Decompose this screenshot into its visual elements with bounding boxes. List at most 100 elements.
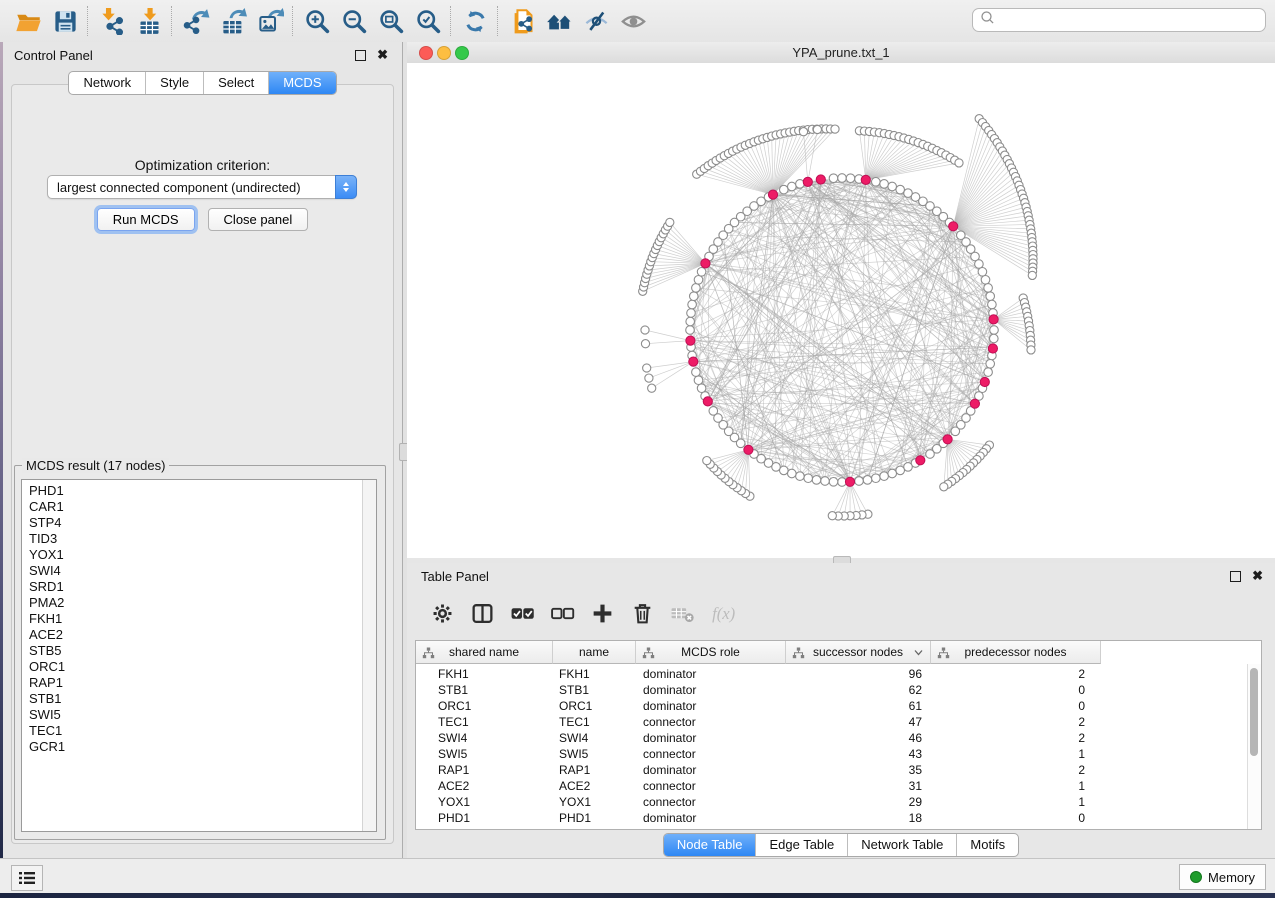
function-builder-icon: f(x) [705,596,739,630]
mcds-node-item[interactable]: STP4 [29,515,376,531]
search-input[interactable] [997,10,1265,30]
mcds-node-item[interactable]: ORC1 [29,659,376,675]
deselect-all-icon[interactable] [545,596,579,630]
table-row[interactable]: ACE2ACE2connector311 [416,778,1261,794]
table-row[interactable]: TEC1TEC1connector472 [416,714,1261,730]
mcds-node-item[interactable]: SWI5 [29,707,376,723]
zoom-in-button[interactable] [299,4,335,38]
tab-network-table[interactable]: Network Table [848,834,957,856]
mcds-node-item[interactable]: TID3 [29,531,376,547]
table-row[interactable]: ORC1ORC1dominator610 [416,698,1261,714]
hide-annotations-button[interactable] [578,4,614,38]
memory-button[interactable]: Memory [1179,864,1266,890]
control-panel-header: Control Panel ✖ [3,42,402,68]
cell-predecessor-nodes: 1 [931,746,1101,762]
table-row[interactable]: YOX1YOX1connector291 [416,794,1261,810]
import-table-button[interactable] [131,4,167,38]
mcds-node-item[interactable]: FKH1 [29,611,376,627]
save-button[interactable] [47,4,83,38]
open-file-button[interactable] [10,4,46,38]
home-button[interactable] [541,4,577,38]
cell-shared-name: TEC1 [416,714,553,730]
cell-shared-name: SWI4 [416,730,553,746]
column-header-successor-nodes[interactable]: successor nodes [786,641,931,664]
search-box[interactable] [972,8,1266,32]
cell-successor-nodes: 46 [786,730,931,746]
cell-shared-name: SWI5 [416,746,553,762]
close-panel-button[interactable]: Close panel [208,208,309,231]
import-network-button[interactable] [94,4,130,38]
tab-edge-table[interactable]: Edge Table [756,834,848,856]
cell-MCDS-role: dominator [636,810,786,826]
mcds-node-item[interactable]: SWI4 [29,563,376,579]
cell-name: STB1 [553,682,636,698]
refresh-layout-button[interactable] [457,4,493,38]
mcds-node-item[interactable]: TEC1 [29,723,376,739]
delete-rows-icon[interactable] [625,596,659,630]
node-table[interactable]: shared namenameMCDS rolesuccessor nodesp… [415,640,1262,830]
mcds-node-item[interactable]: PHD1 [29,483,376,499]
network-canvas[interactable] [407,63,1275,558]
mcds-node-item[interactable]: RAP1 [29,675,376,691]
mcds-node-item[interactable]: PMA2 [29,595,376,611]
tab-mcds[interactable]: MCDS [269,72,335,94]
table-row[interactable]: STB1STB1dominator620 [416,682,1261,698]
show-annotations-button[interactable] [615,4,651,38]
mcds-node-item[interactable]: ACE2 [29,627,376,643]
table-row[interactable]: RAP1RAP1dominator352 [416,762,1261,778]
float-table-panel-icon[interactable] [1230,571,1241,582]
table-row[interactable]: FKH1FKH1dominator962 [416,666,1261,682]
tab-select[interactable]: Select [204,72,269,94]
cell-shared-name: ORC1 [416,698,553,714]
network-window-titlebar[interactable]: YPA_prune.txt_1 [407,42,1275,64]
add-row-icon[interactable] [585,596,619,630]
mcds-node-item[interactable]: STB1 [29,691,376,707]
close-panel-icon[interactable]: ✖ [377,47,388,63]
run-mcds-button[interactable]: Run MCDS [97,208,195,231]
sort-chevron-icon [914,649,923,656]
tab-node-table[interactable]: Node Table [664,834,757,856]
share-document-button[interactable] [504,4,540,38]
export-table-button[interactable] [215,4,251,38]
cell-MCDS-role: dominator [636,666,786,682]
column-header-MCDS-role[interactable]: MCDS role [636,641,786,664]
tab-motifs[interactable]: Motifs [957,834,1018,856]
column-header-shared-name[interactable]: shared name [416,641,553,664]
toolbar-separator [292,6,293,36]
select-all-icon[interactable] [505,596,539,630]
tab-network[interactable]: Network [69,72,146,94]
table-scrollbar-thumb[interactable] [1250,668,1258,756]
cell-name: FKH1 [553,666,636,682]
table-row[interactable]: SWI4SWI4dominator462 [416,730,1261,746]
float-window-icon[interactable] [355,50,366,61]
settings-icon[interactable] [425,596,459,630]
result-list-scrollbar[interactable] [362,480,376,831]
control-panel-title: Control Panel [14,48,93,63]
export-network-button[interactable] [178,4,214,38]
columns-icon[interactable] [465,596,499,630]
mcds-node-item[interactable]: CAR1 [29,499,376,515]
control-panel-tabs: NetworkStyleSelectMCDS [3,71,402,95]
mcds-node-item[interactable]: SRD1 [29,579,376,595]
table-row[interactable]: SWI5SWI5connector431 [416,746,1261,762]
zoom-selected-button[interactable] [410,4,446,38]
table-body: FKH1FKH1dominator962STB1STB1dominator620… [416,664,1261,826]
network-graph[interactable] [407,63,1275,558]
task-history-button[interactable] [11,865,43,891]
mcds-node-item[interactable]: GCR1 [29,739,376,755]
column-header-name[interactable]: name [553,641,636,664]
optimization-criterion-dropdown[interactable]: largest connected component (undirected) [47,175,357,199]
table-row[interactable]: PHD1PHD1dominator180 [416,810,1261,826]
tab-style[interactable]: Style [146,72,204,94]
zoom-fit-button[interactable] [373,4,409,38]
cell-shared-name: FKH1 [416,666,553,682]
mcds-node-item[interactable]: YOX1 [29,547,376,563]
export-image-button[interactable] [252,4,288,38]
dropdown-value: largest connected component (undirected) [57,180,301,195]
zoom-out-button[interactable] [336,4,372,38]
mcds-node-item[interactable]: STB5 [29,643,376,659]
column-header-predecessor-nodes[interactable]: predecessor nodes [931,641,1101,664]
mcds-result-list[interactable]: PHD1CAR1STP4TID3YOX1SWI4SRD1PMA2FKH1ACE2… [21,479,377,832]
table-scrollbar[interactable] [1247,664,1261,829]
close-table-panel-icon[interactable]: ✖ [1252,568,1263,584]
